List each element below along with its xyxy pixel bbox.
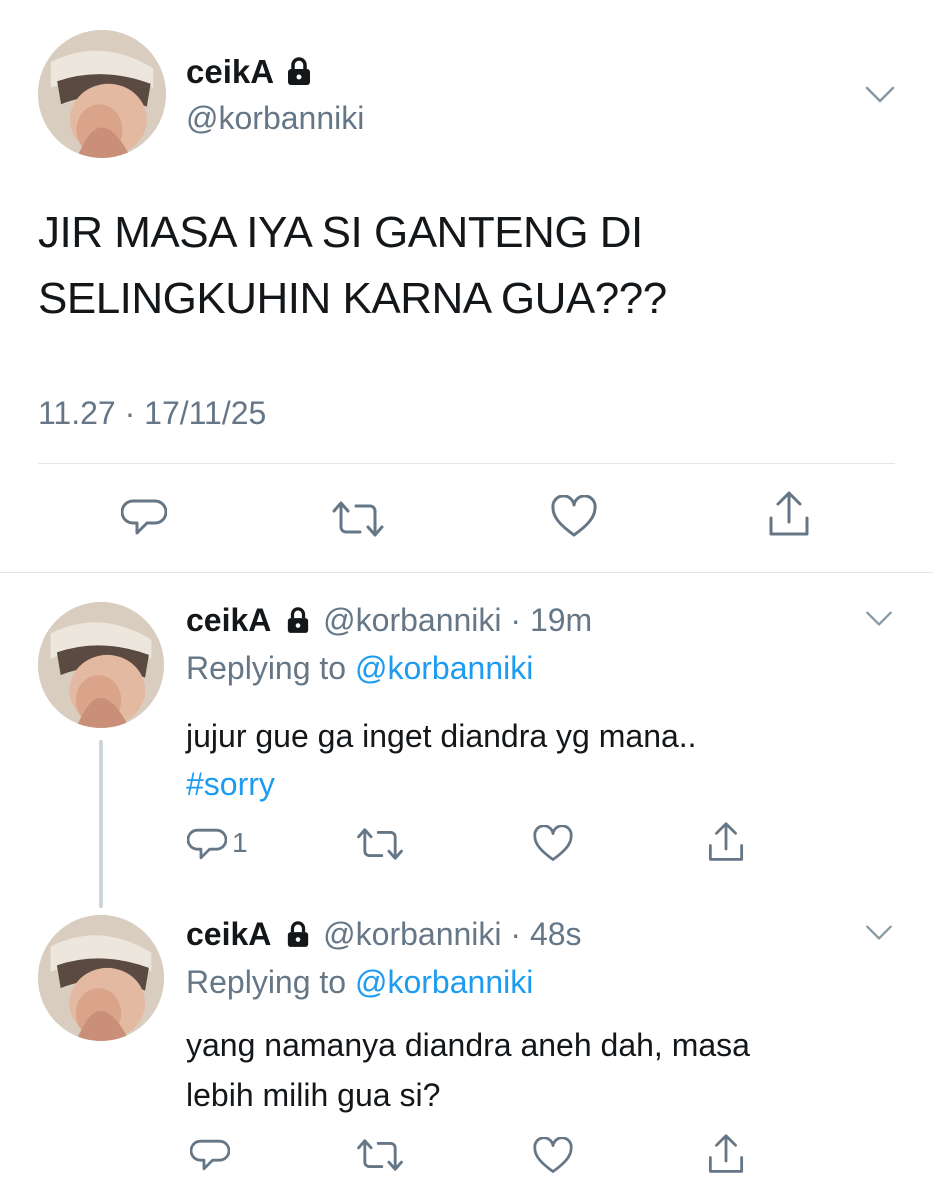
- lock-icon: [288, 606, 309, 633]
- like-icon[interactable]: [550, 495, 598, 539]
- replying-to-label: Replying to: [186, 650, 347, 686]
- section-divider: [0, 572, 933, 573]
- retweet-icon[interactable]: [355, 824, 405, 864]
- share-icon[interactable]: [706, 1133, 746, 1175]
- reply-count: 1: [232, 827, 248, 858]
- chevron-down-icon[interactable]: [864, 85, 896, 105]
- avatar[interactable]: [38, 602, 164, 728]
- retweet-icon[interactable]: [330, 497, 386, 541]
- share-icon[interactable]: [766, 490, 812, 538]
- reply-icon[interactable]: [121, 495, 167, 539]
- tweet-text-line: SELINGKUHIN KARNA GUA???: [38, 274, 667, 323]
- time[interactable]: · 48s: [510, 916, 581, 952]
- reply-icon[interactable]: [187, 825, 227, 863]
- avatar-image: [38, 915, 164, 1041]
- tweet-text: yang namanya diandra aneh dah, masa lebi…: [186, 1020, 750, 1120]
- handle[interactable]: @korbanniki: [323, 916, 501, 952]
- timestamp[interactable]: 11.27 · 17/11/25: [38, 393, 266, 433]
- chevron-down-icon[interactable]: [864, 610, 894, 628]
- time[interactable]: · 19m: [510, 602, 592, 638]
- tweet-text-line: JIR MASA IYA SI GANTENG DI: [38, 208, 643, 257]
- thread-line: [99, 740, 103, 908]
- replying-to-label: Replying to: [186, 964, 347, 1000]
- lock-icon: [288, 57, 311, 86]
- tweet-text-line: jujur gue ga inget diandra yg mana..: [186, 718, 697, 754]
- avatar[interactable]: [38, 915, 164, 1041]
- hashtag-link[interactable]: #sorry: [186, 760, 697, 808]
- lock-icon: [288, 920, 309, 947]
- display-name[interactable]: ceikA: [186, 916, 271, 952]
- like-icon[interactable]: [532, 1137, 574, 1175]
- tweet-text-line: yang namanya diandra aneh dah, masa: [186, 1027, 750, 1063]
- reply-icon[interactable]: [190, 1136, 230, 1174]
- chevron-down-icon[interactable]: [864, 924, 894, 942]
- tweet-text: jujur gue ga inget diandra yg mana.. #so…: [186, 712, 697, 808]
- avatar-image: [38, 30, 166, 158]
- replying-to-handle[interactable]: @korbanniki: [355, 650, 533, 686]
- handle[interactable]: @korbanniki: [323, 602, 501, 638]
- share-icon[interactable]: [706, 821, 746, 863]
- display-name[interactable]: ceikA: [186, 602, 271, 638]
- handle[interactable]: @korbanniki: [186, 98, 364, 138]
- replying-to-handle[interactable]: @korbanniki: [355, 964, 533, 1000]
- tweet-text: JIR MASA IYA SI GANTENG DI SELINGKUHIN K…: [38, 200, 667, 332]
- avatar-image: [38, 602, 164, 728]
- tweet-text-line: lebih milih gua si?: [186, 1077, 441, 1113]
- retweet-icon[interactable]: [355, 1135, 405, 1175]
- divider: [38, 463, 895, 464]
- like-icon[interactable]: [532, 825, 574, 863]
- avatar[interactable]: [38, 30, 166, 158]
- display-name[interactable]: ceikA: [186, 53, 273, 90]
